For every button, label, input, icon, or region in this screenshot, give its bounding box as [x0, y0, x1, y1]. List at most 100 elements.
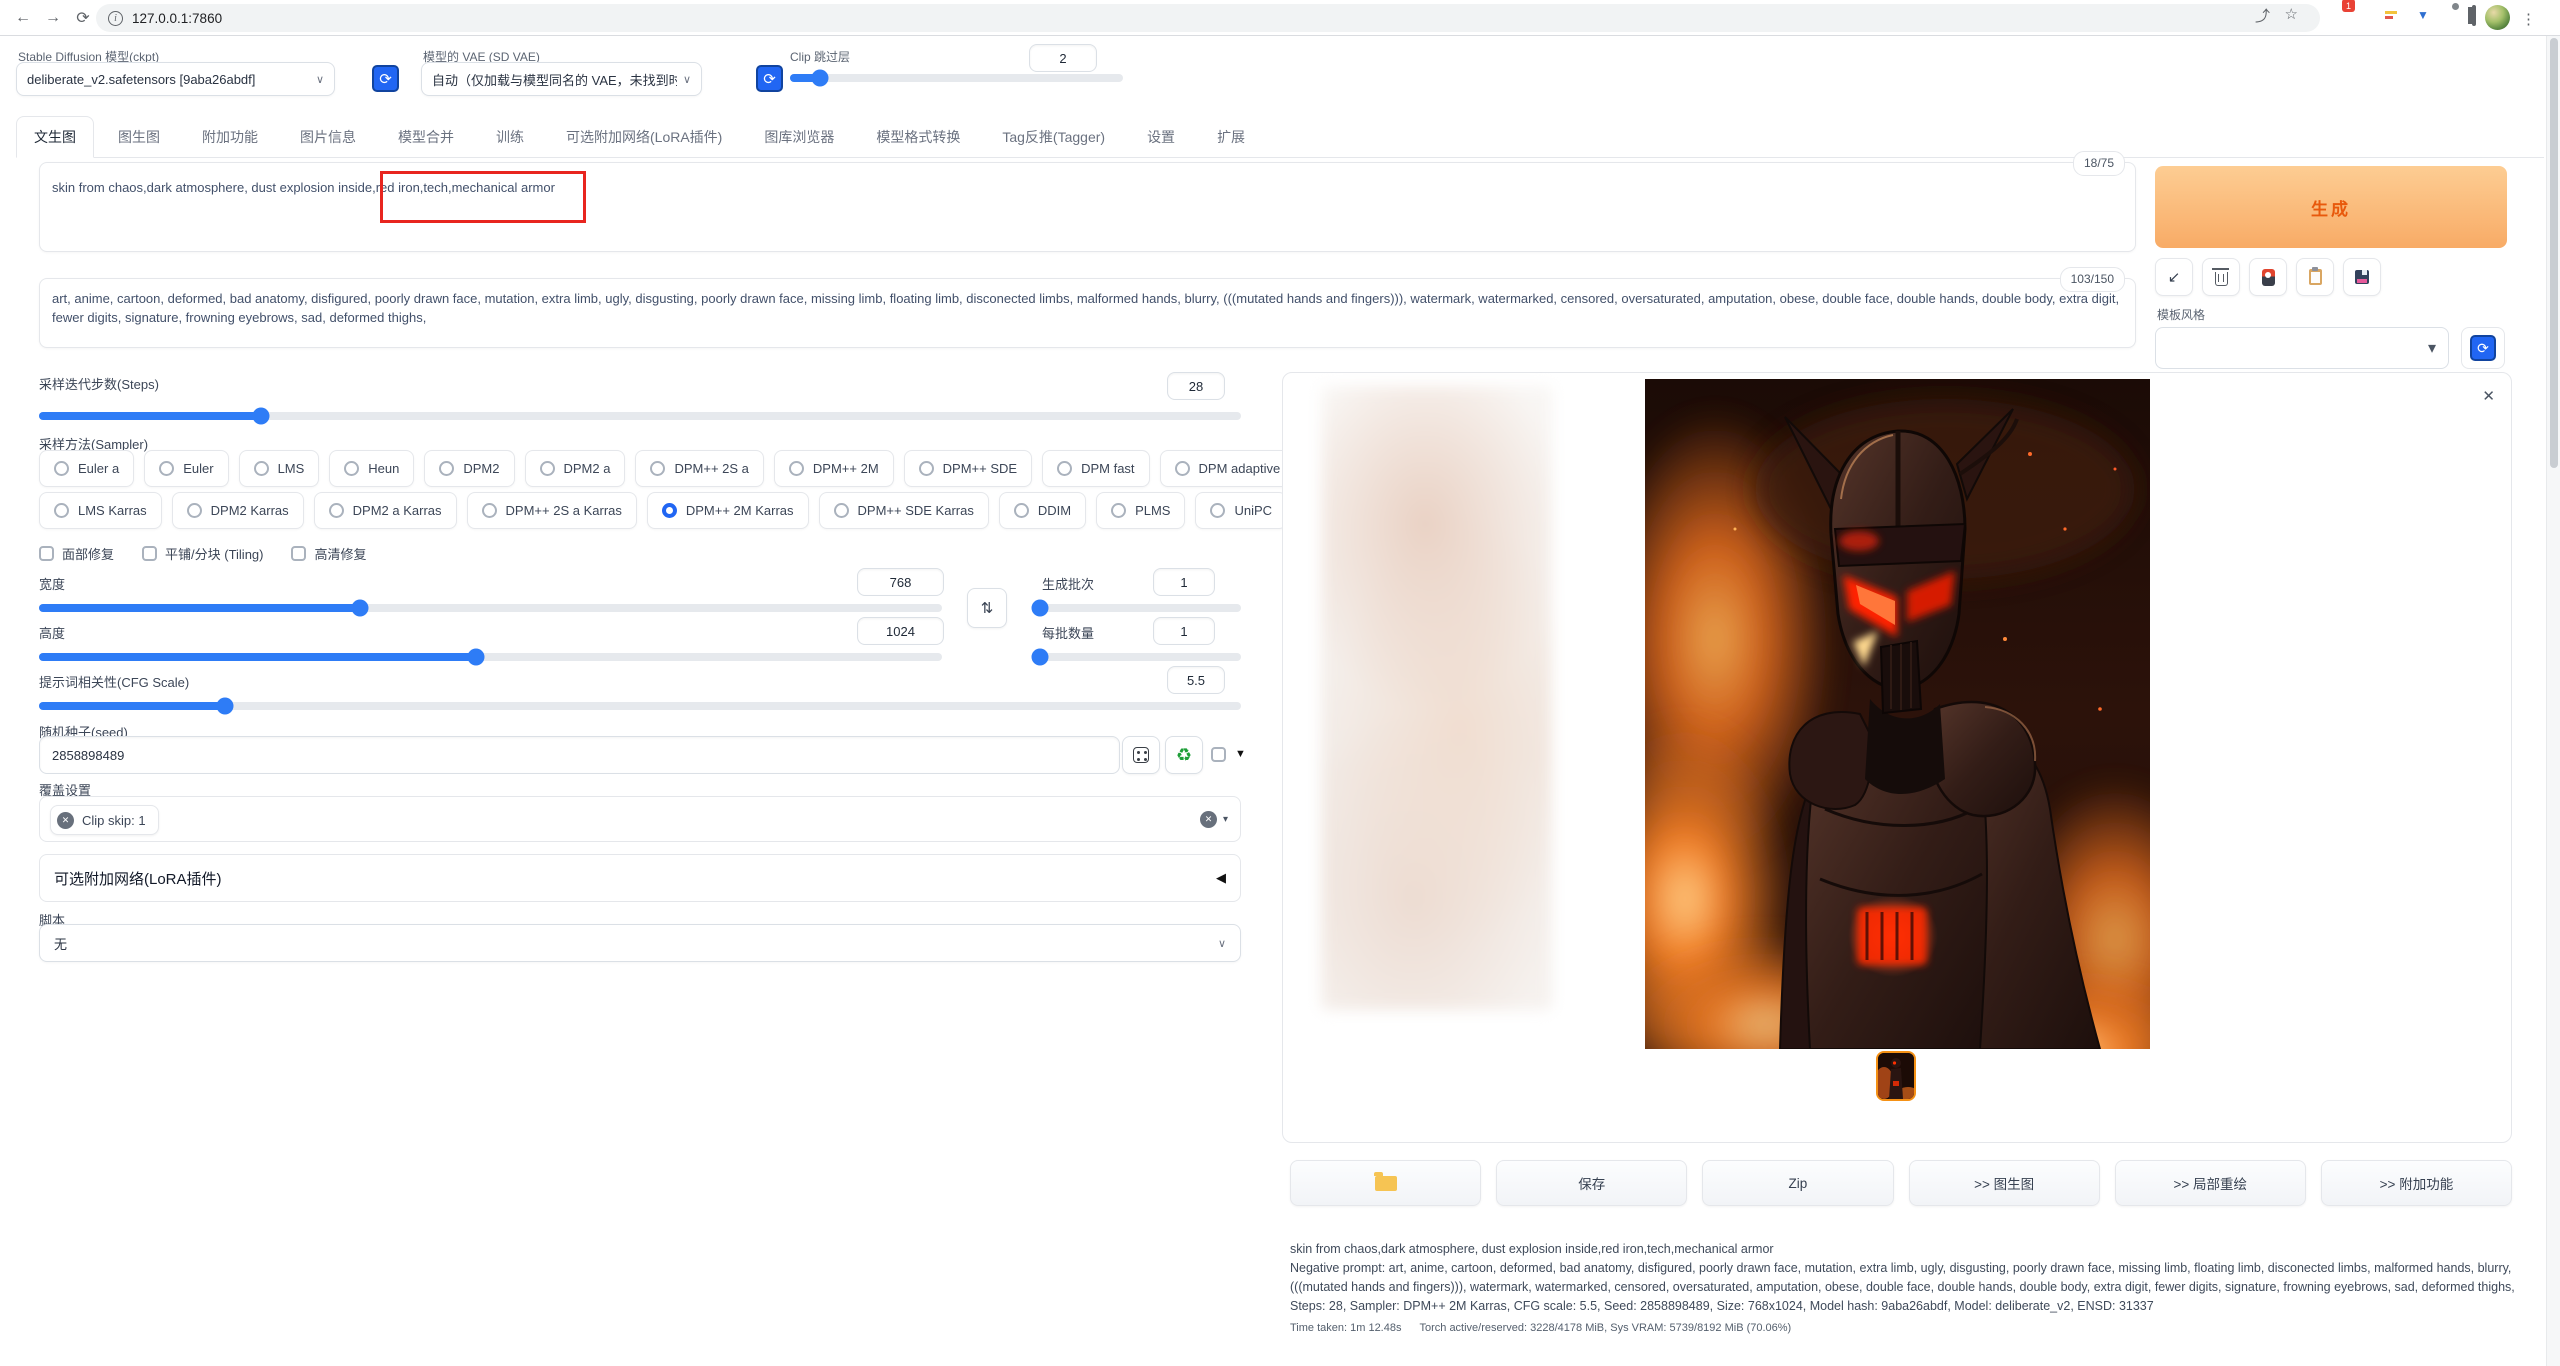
batch-size-value[interactable]: 1 — [1153, 617, 1215, 645]
reload-icon[interactable]: ⟳ — [72, 7, 94, 29]
cfg-slider[interactable] — [39, 697, 1241, 715]
sampler-option[interactable]: Heun — [329, 450, 415, 487]
tab[interactable]: 图生图 — [100, 116, 178, 158]
lora-accordion[interactable]: 可选附加网络(LoRA插件) ◀ — [39, 854, 1241, 902]
option-checkbox[interactable]: 平铺/分块 (Tiling) — [142, 544, 263, 563]
output-button[interactable]: Zip — [1702, 1160, 1894, 1206]
open-folder-button[interactable] — [1290, 1160, 1482, 1206]
steps-value[interactable]: 28 — [1167, 372, 1225, 400]
sampler-option[interactable]: DPM++ SDE Karras — [818, 492, 989, 529]
address-bar[interactable]: i 127.0.0.1:7860 — [96, 4, 2320, 32]
tab[interactable]: 文生图 — [16, 116, 94, 158]
share-icon[interactable]: ⤴ — [2255, 5, 2270, 26]
sampler-option[interactable]: DPM++ 2S a Karras — [466, 492, 637, 529]
seed-extra-caret-icon[interactable]: ▼ — [1235, 748, 1246, 760]
sampler-option[interactable]: DPM adaptive — [1159, 450, 1296, 487]
sampler-option[interactable]: DPM2 Karras — [171, 492, 304, 529]
bookmark-star-icon[interactable]: ☆ — [2285, 5, 2298, 23]
override-settings-box[interactable]: ✕ Clip skip: 1 ✕ ▾ — [39, 796, 1241, 842]
sampler-option[interactable]: DPM++ 2M Karras — [646, 492, 809, 529]
close-gallery-icon[interactable]: ✕ — [2482, 387, 2495, 405]
extra-networks-button[interactable] — [2249, 258, 2287, 296]
sampler-option[interactable]: LMS — [238, 450, 320, 487]
tab[interactable]: 图库浏览器 — [746, 116, 852, 158]
clear-prompt-button[interactable] — [2202, 258, 2240, 296]
negative-prompt-textarea[interactable]: art, anime, cartoon, deformed, bad anato… — [39, 267, 2136, 348]
forward-icon[interactable]: → — [42, 7, 64, 29]
steps-slider[interactable] — [39, 407, 1241, 425]
random-seed-button[interactable] — [1122, 736, 1160, 774]
cfg-value[interactable]: 5.5 — [1167, 666, 1225, 694]
option-checkbox[interactable]: 面部修复 — [39, 544, 114, 563]
vae-dropdown[interactable]: 自动（仅加载与模型同名的 VAE，未找到时不加载） ∨ — [421, 62, 702, 96]
tab[interactable]: 附加功能 — [184, 116, 276, 158]
tab[interactable]: 设置 — [1129, 116, 1193, 158]
width-value[interactable]: 768 — [857, 568, 944, 596]
sampler-option[interactable]: DPM2 — [424, 450, 515, 487]
apply-style-button[interactable] — [2296, 258, 2334, 296]
sampler-option[interactable]: UniPC — [1195, 492, 1288, 529]
gallery-thumbnail-selected[interactable] — [1876, 1051, 1916, 1101]
vae-refresh-button[interactable]: ⟳ — [756, 65, 783, 92]
remove-tag-icon[interactable]: ✕ — [57, 811, 74, 829]
model-refresh-button[interactable]: ⟳ — [372, 65, 399, 92]
sampler-option[interactable]: DPM2 a Karras — [313, 492, 457, 529]
generate-button[interactable]: 生成 — [2155, 166, 2507, 248]
tab[interactable]: 训练 — [478, 116, 542, 158]
height-value[interactable]: 1024 — [857, 617, 944, 645]
output-button[interactable]: >> 附加功能 — [2320, 1160, 2513, 1206]
style-dropdown[interactable]: ▾ — [2155, 327, 2449, 369]
generate-column: 生成 ↙ 模板风格 ▾ ⟳ — [2155, 166, 2507, 369]
batch-count-slider[interactable] — [1031, 599, 1241, 617]
clear-all-icon[interactable]: ✕ — [1199, 811, 1217, 828]
clip-skip-slider[interactable] — [790, 69, 1123, 87]
seed-input[interactable]: 2858898489 — [39, 736, 1120, 774]
browser-menu-icon[interactable]: ⋮ — [2521, 10, 2536, 28]
override-tag[interactable]: ✕ Clip skip: 1 — [50, 805, 159, 835]
model-dropdown[interactable]: deliberate_v2.safetensors [9aba26abdf] ∨ — [16, 62, 335, 96]
page-scrollbar[interactable] — [2546, 36, 2560, 1366]
sampler-option[interactable]: DPM++ SDE — [903, 450, 1033, 487]
override-tag-label: Clip skip: 1 — [82, 812, 146, 828]
tab[interactable]: 图片信息 — [282, 116, 374, 158]
sampler-option[interactable]: DPM++ 2S a — [635, 450, 764, 487]
tab[interactable]: Tag反推(Tagger) — [984, 116, 1123, 158]
tab[interactable]: 可选附加网络(LoRA插件) — [548, 116, 740, 158]
sampler-option[interactable]: DPM fast — [1042, 450, 1150, 487]
save-style-button[interactable] — [2343, 258, 2381, 296]
sampler-option[interactable]: Euler a — [39, 450, 135, 487]
batch-count-value[interactable]: 1 — [1153, 568, 1215, 596]
tab[interactable]: 扩展 — [1199, 116, 1263, 158]
tab[interactable]: 模型合并 — [380, 116, 472, 158]
prompt-textarea[interactable]: skin from chaos,dark atmosphere, dust ex… — [39, 151, 2136, 252]
output-button[interactable]: 保存 — [1496, 1160, 1688, 1206]
script-dropdown[interactable]: 无 ∨ — [39, 924, 1241, 962]
width-slider[interactable] — [39, 599, 942, 617]
reuse-seed-button[interactable]: ♻ — [1165, 736, 1203, 774]
clip-skip-value[interactable]: 2 — [1029, 44, 1097, 72]
sampler-option[interactable]: DDIM — [998, 492, 1087, 529]
scrollbar-thumb[interactable] — [2550, 38, 2558, 468]
previous-image-blurred[interactable] — [1321, 386, 1552, 1010]
paste-button[interactable]: ↙ — [2155, 258, 2193, 296]
sampler-option[interactable]: LMS Karras — [39, 492, 162, 529]
back-icon[interactable]: ← — [12, 7, 34, 29]
generated-image[interactable] — [1645, 379, 2150, 1049]
option-checkbox[interactable]: 高清修复 — [291, 544, 367, 563]
output-button[interactable]: >> 局部重绘 — [2114, 1160, 2306, 1206]
profile-avatar[interactable] — [2485, 5, 2510, 30]
height-slider[interactable] — [39, 648, 942, 666]
sampler-option[interactable]: DPM++ 2M — [773, 450, 894, 487]
batch-size-slider[interactable] — [1031, 648, 1241, 666]
side-panel-icon[interactable] — [2472, 5, 2476, 26]
sampler-option[interactable]: Euler — [144, 450, 229, 487]
sampler-option[interactable]: PLMS — [1096, 492, 1186, 529]
style-refresh-button[interactable]: ⟳ — [2461, 327, 2505, 369]
tab[interactable]: 模型格式转换 — [858, 116, 978, 158]
dropdown-arrow-icon[interactable]: ▾ — [1223, 814, 1228, 825]
swap-dimensions-button[interactable]: ⇅ — [967, 588, 1007, 628]
site-info-icon[interactable]: i — [108, 10, 123, 26]
seed-extra-checkbox[interactable] — [1211, 747, 1226, 762]
sampler-option[interactable]: DPM2 a — [524, 450, 626, 487]
output-button[interactable]: >> 图生图 — [1908, 1160, 2100, 1206]
